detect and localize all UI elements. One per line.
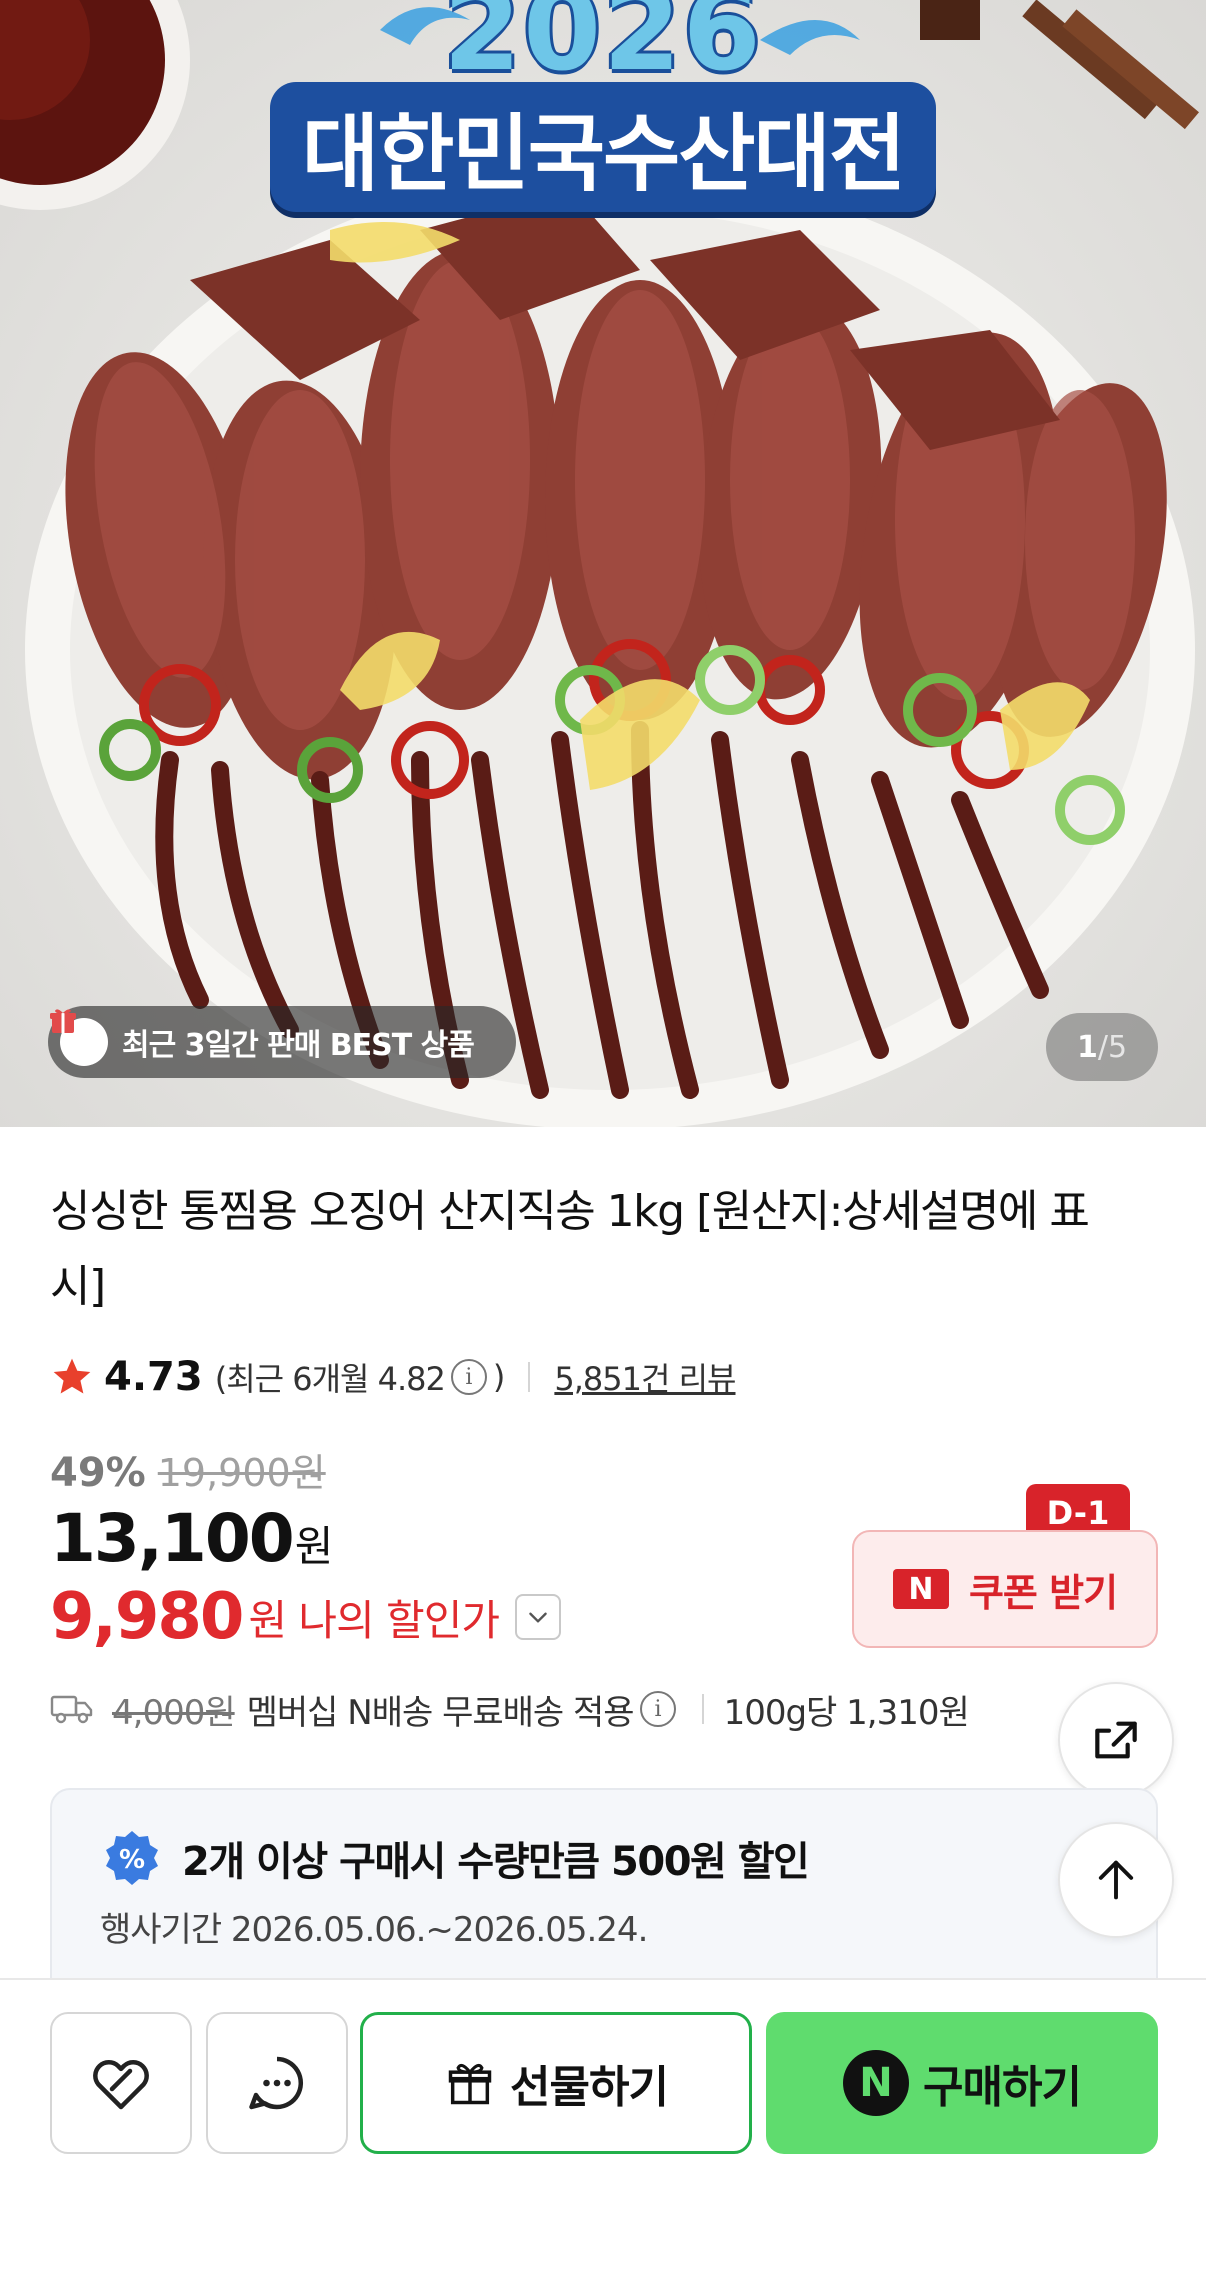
sale-price-row: 13,100 원	[50, 1500, 333, 1577]
review-count-link[interactable]: 5,851건 리뷰	[554, 1354, 736, 1400]
gift-button[interactable]: 선물하기	[360, 2012, 752, 2154]
shipping-fee-original: 4,000원	[112, 1692, 236, 1733]
my-price-row[interactable]: 9,980 원 나의 할인가	[50, 1580, 561, 1654]
image-counter-total: 5	[1107, 1029, 1128, 1065]
unit-price: 100g당 1,310원	[723, 1692, 970, 1733]
bottom-action-bar: 선물하기 N 구매하기	[0, 1978, 1206, 2286]
sale-price-currency: 원	[294, 1522, 334, 1571]
my-price-label: 원 나의 할인가	[248, 1595, 500, 1645]
info-icon[interactable]: i	[450, 1359, 487, 1395]
image-counter-separator: /	[1097, 1029, 1108, 1065]
star-icon	[53, 1358, 91, 1394]
best-seller-badge: 최근 3일간 판매 BEST 상품	[48, 1006, 516, 1078]
sale-price: 13,100	[50, 1500, 295, 1577]
image-counter-current: 1	[1076, 1029, 1098, 1065]
banner-title-text: 대한민국수산대전	[301, 104, 906, 203]
promotion-headline: 2개 이상 구매시 수량만큼 500원 할인	[182, 1839, 810, 1885]
shipping-row: 4,000원 멤버십 N배송 무료배송 적용 i 100g당 1,310원	[50, 1684, 970, 1734]
gift-button-label: 선물하기	[510, 2062, 669, 2113]
promotion-period: 행사기간 2026.05.06.~2026.05.24.	[100, 1910, 648, 1950]
divider	[528, 1362, 531, 1392]
wishlist-button[interactable]	[50, 2012, 192, 2154]
product-page: 2026 대한민국수산대전 최근 3일간 판매 BEST 상품 1 / 5 싱싱…	[0, 0, 1206, 2286]
discount-row: 49% 19,900원	[50, 1442, 326, 1497]
percent-badge-icon: %	[106, 1831, 158, 1885]
get-coupon-button[interactable]: N 쿠폰 받기	[852, 1530, 1158, 1648]
shipping-text: 멤버십 N배송 무료배송 적용	[246, 1692, 635, 1733]
original-price: 19,900원	[157, 1451, 326, 1495]
gift-icon	[50, 1009, 108, 1066]
buy-button[interactable]: N 구매하기	[766, 2012, 1158, 2154]
naver-logo-icon: N	[892, 1569, 949, 1609]
naver-pay-icon: N	[843, 2050, 910, 2116]
product-image-carousel[interactable]: 2026 대한민국수산대전 최근 3일간 판매 BEST 상품 1 / 5	[0, 0, 1206, 1127]
chat-icon	[249, 2056, 303, 2110]
percent-symbol: %	[119, 1845, 145, 1875]
scroll-to-top-button[interactable]	[1058, 1822, 1174, 1938]
recent-rating-close: )	[492, 1358, 506, 1396]
promotion-headline-row: % 2개 이상 구매시 수량만큼 500원 할인	[102, 1828, 810, 1888]
shipping-info-icon[interactable]: i	[639, 1691, 676, 1727]
arrow-up-icon	[1098, 1860, 1134, 1900]
divider	[701, 1694, 704, 1724]
image-counter: 1 / 5	[1046, 1013, 1158, 1081]
truck-icon	[50, 1695, 93, 1724]
talk-talk-button[interactable]	[206, 2012, 348, 2154]
banner-title: 대한민국수산대전	[270, 82, 936, 212]
recent-rating: (최근 6개월 4.82	[214, 1360, 446, 1398]
present-icon	[448, 2063, 492, 2105]
rating-row: 4.73 (최근 6개월 4.82 i ) 5,851건 리뷰	[50, 1352, 737, 1402]
discount-percent: 49%	[50, 1450, 146, 1496]
product-title: 싱싱한 통찜용 오징어 산지직송 1kg [원산지:상세설명에 표시]	[50, 1186, 1090, 1312]
rating-score: 4.73	[104, 1354, 203, 1400]
share-icon	[1095, 1721, 1137, 1759]
get-coupon-label: 쿠폰 받기	[968, 1570, 1118, 1615]
best-seller-text: 최근 3일간 판매 BEST 상품	[122, 1028, 475, 1063]
chevron-down-icon[interactable]	[514, 1594, 561, 1640]
heart-icon	[93, 2060, 149, 2110]
my-price: 9,980	[50, 1580, 244, 1654]
buy-button-label: 구매하기	[923, 2062, 1082, 2113]
share-button[interactable]	[1058, 1682, 1174, 1798]
